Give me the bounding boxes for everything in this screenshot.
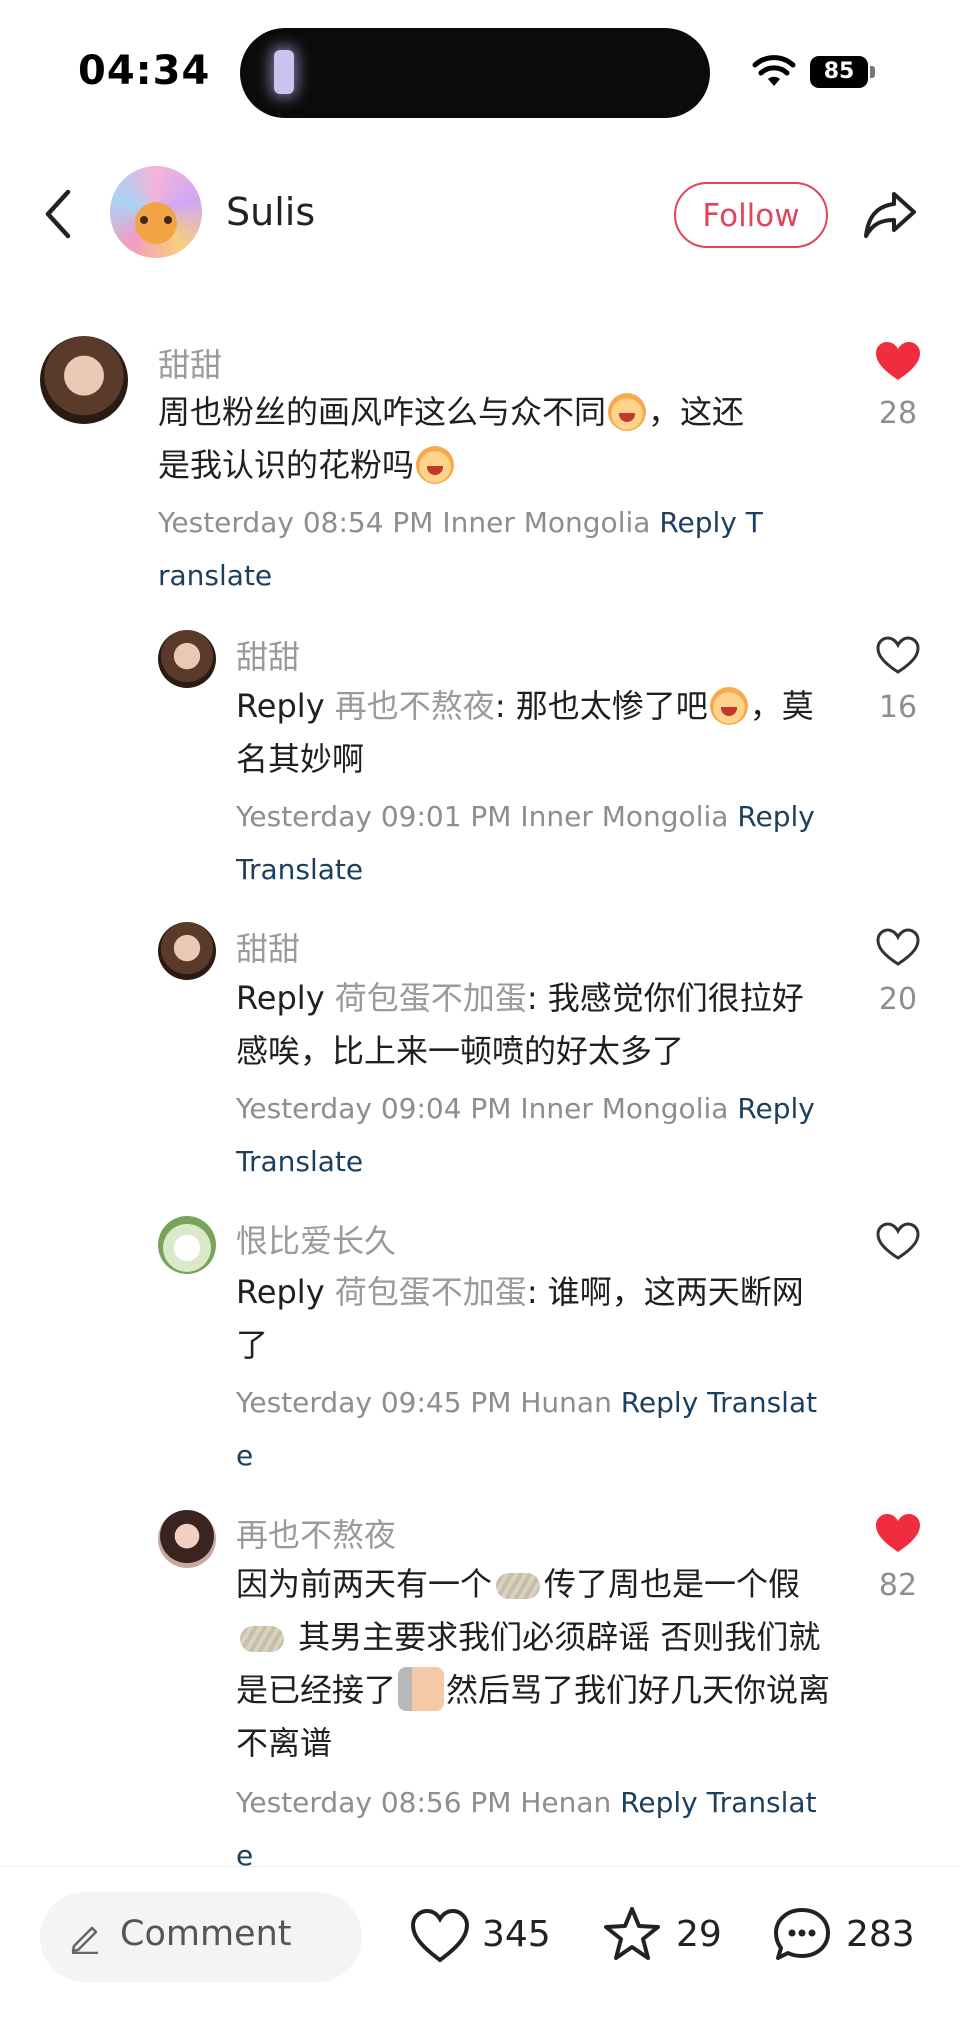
comment-author[interactable]: 甜甜 [158,340,222,386]
bread-emoji-icon [240,1626,284,1652]
reply-prefix: Reply [236,1273,325,1311]
translate-link[interactable]: Translate [236,853,363,886]
comment-text-part: : 那也太惨了吧 [494,687,708,725]
comment-time-location: Yesterday 08:56 PM Henan [236,1786,612,1819]
heart-filled-icon[interactable] [876,1514,920,1554]
comment-time-location: Yesterday 08:54 PM Inner Mongolia [158,506,651,539]
avatar[interactable] [158,1216,216,1274]
comment-time-location: Yesterday 09:04 PM Inner Mongolia [236,1092,729,1125]
crying-emoji-icon [416,446,455,484]
comment-text: Reply 荷包蛋不加蛋: 谁啊，这两天断网了 [236,1266,816,1372]
chat-bubble-icon[interactable] [772,1906,832,1962]
comment-text: Reply 荷包蛋不加蛋: 我感觉你们很拉好感唉，比上来一顿喷的好太多了 [236,972,816,1078]
comment-author[interactable]: 甜甜 [236,632,300,678]
follow-button[interactable]: Follow [674,182,828,248]
like-count: 16 [878,690,918,725]
comment-text-part: 传了周也是一个假 [544,1565,801,1603]
comment-author[interactable]: 再也不熬夜 [236,1510,396,1556]
reply-target[interactable]: 荷包蛋不加蛋 [335,979,527,1017]
comment-total: 283 [846,1914,915,1955]
reply-target[interactable]: 再也不熬夜 [335,687,495,725]
reply-prefix: Reply [236,687,325,725]
avatar[interactable] [158,922,216,980]
comment-meta: Yesterday 09:04 PM Inner Mongolia Reply … [236,1082,826,1188]
wifi-icon [752,55,796,86]
reply-link[interactable]: Reply [659,506,737,539]
favorite-total: 29 [676,1914,722,1955]
comment-meta: Yesterday 09:45 PM Hunan Reply Translate [236,1376,826,1482]
translate-link[interactable]: Translate [236,1145,363,1178]
heart-outline-icon[interactable] [876,928,920,968]
comment-time-location: Yesterday 09:45 PM Hunan [236,1386,612,1419]
comment-meta: Yesterday 09:01 PM Inner Mongolia Reply … [236,790,826,896]
comment-text: 周也粉丝的画风咋这么与众不同 ，这还是我认识的花粉吗 [158,386,768,492]
comment-text-part: 因为前两天有一个 [236,1565,493,1603]
comment-placeholder[interactable]: Comment [120,1914,291,1954]
reply-link[interactable]: Reply [620,1786,698,1819]
like-count: 20 [878,982,918,1017]
reply-target[interactable]: 荷包蛋不加蛋 [335,1273,527,1311]
crying-emoji-icon [608,393,647,431]
status-time: 04:34 [78,48,211,94]
pencil-icon [71,1926,98,1954]
crying-emoji-icon [709,687,748,725]
reply-link[interactable]: Reply [621,1386,699,1419]
like-total: 345 [482,1914,551,1955]
comment-text: 因为前两天有一个 传了周也是一个假 其男主要求我们必须辟谣 否则我们就是已经接了然… [236,1558,836,1770]
avatar[interactable] [110,166,202,258]
comment-author[interactable]: 甜甜 [236,924,300,970]
bread-emoji-icon [496,1573,541,1599]
flashlight-icon [274,50,294,94]
avatar[interactable] [158,630,216,688]
peeking-emoji-icon [398,1667,445,1711]
dynamic-island [240,28,710,118]
heart-outline-icon[interactable] [876,1222,920,1262]
author-name[interactable]: Sulis [226,190,315,234]
share-icon[interactable] [862,188,918,240]
divider [0,1866,960,1867]
heart-outline-icon[interactable] [876,636,920,676]
heart-filled-icon[interactable] [876,342,920,382]
comment-time-location: Yesterday 09:01 PM Inner Mongolia [236,800,729,833]
comment-author[interactable]: 恨比爱长久 [236,1216,396,1262]
like-count: 28 [878,396,918,431]
comment-meta: Yesterday 08:54 PM Inner Mongolia Reply … [158,496,768,602]
reply-prefix: Reply [236,979,325,1017]
reply-link[interactable]: Reply [737,800,815,833]
back-icon[interactable] [40,186,76,242]
reply-link[interactable]: Reply [737,1092,815,1125]
battery-level: 85 [810,56,868,88]
avatar[interactable] [158,1510,216,1568]
avatar-eye [164,216,172,224]
battery-tip [870,66,875,78]
comment-text: Reply 再也不熬夜: 那也太惨了吧 ，莫名其妙啊 [236,680,816,786]
comment-text-part: 周也粉丝的画风咋这么与众不同 [158,393,607,431]
avatar-eye [140,216,148,224]
star-icon[interactable] [602,1906,662,1962]
like-count: 82 [878,1568,918,1603]
heart-icon[interactable] [410,1908,470,1964]
avatar[interactable] [40,336,128,424]
